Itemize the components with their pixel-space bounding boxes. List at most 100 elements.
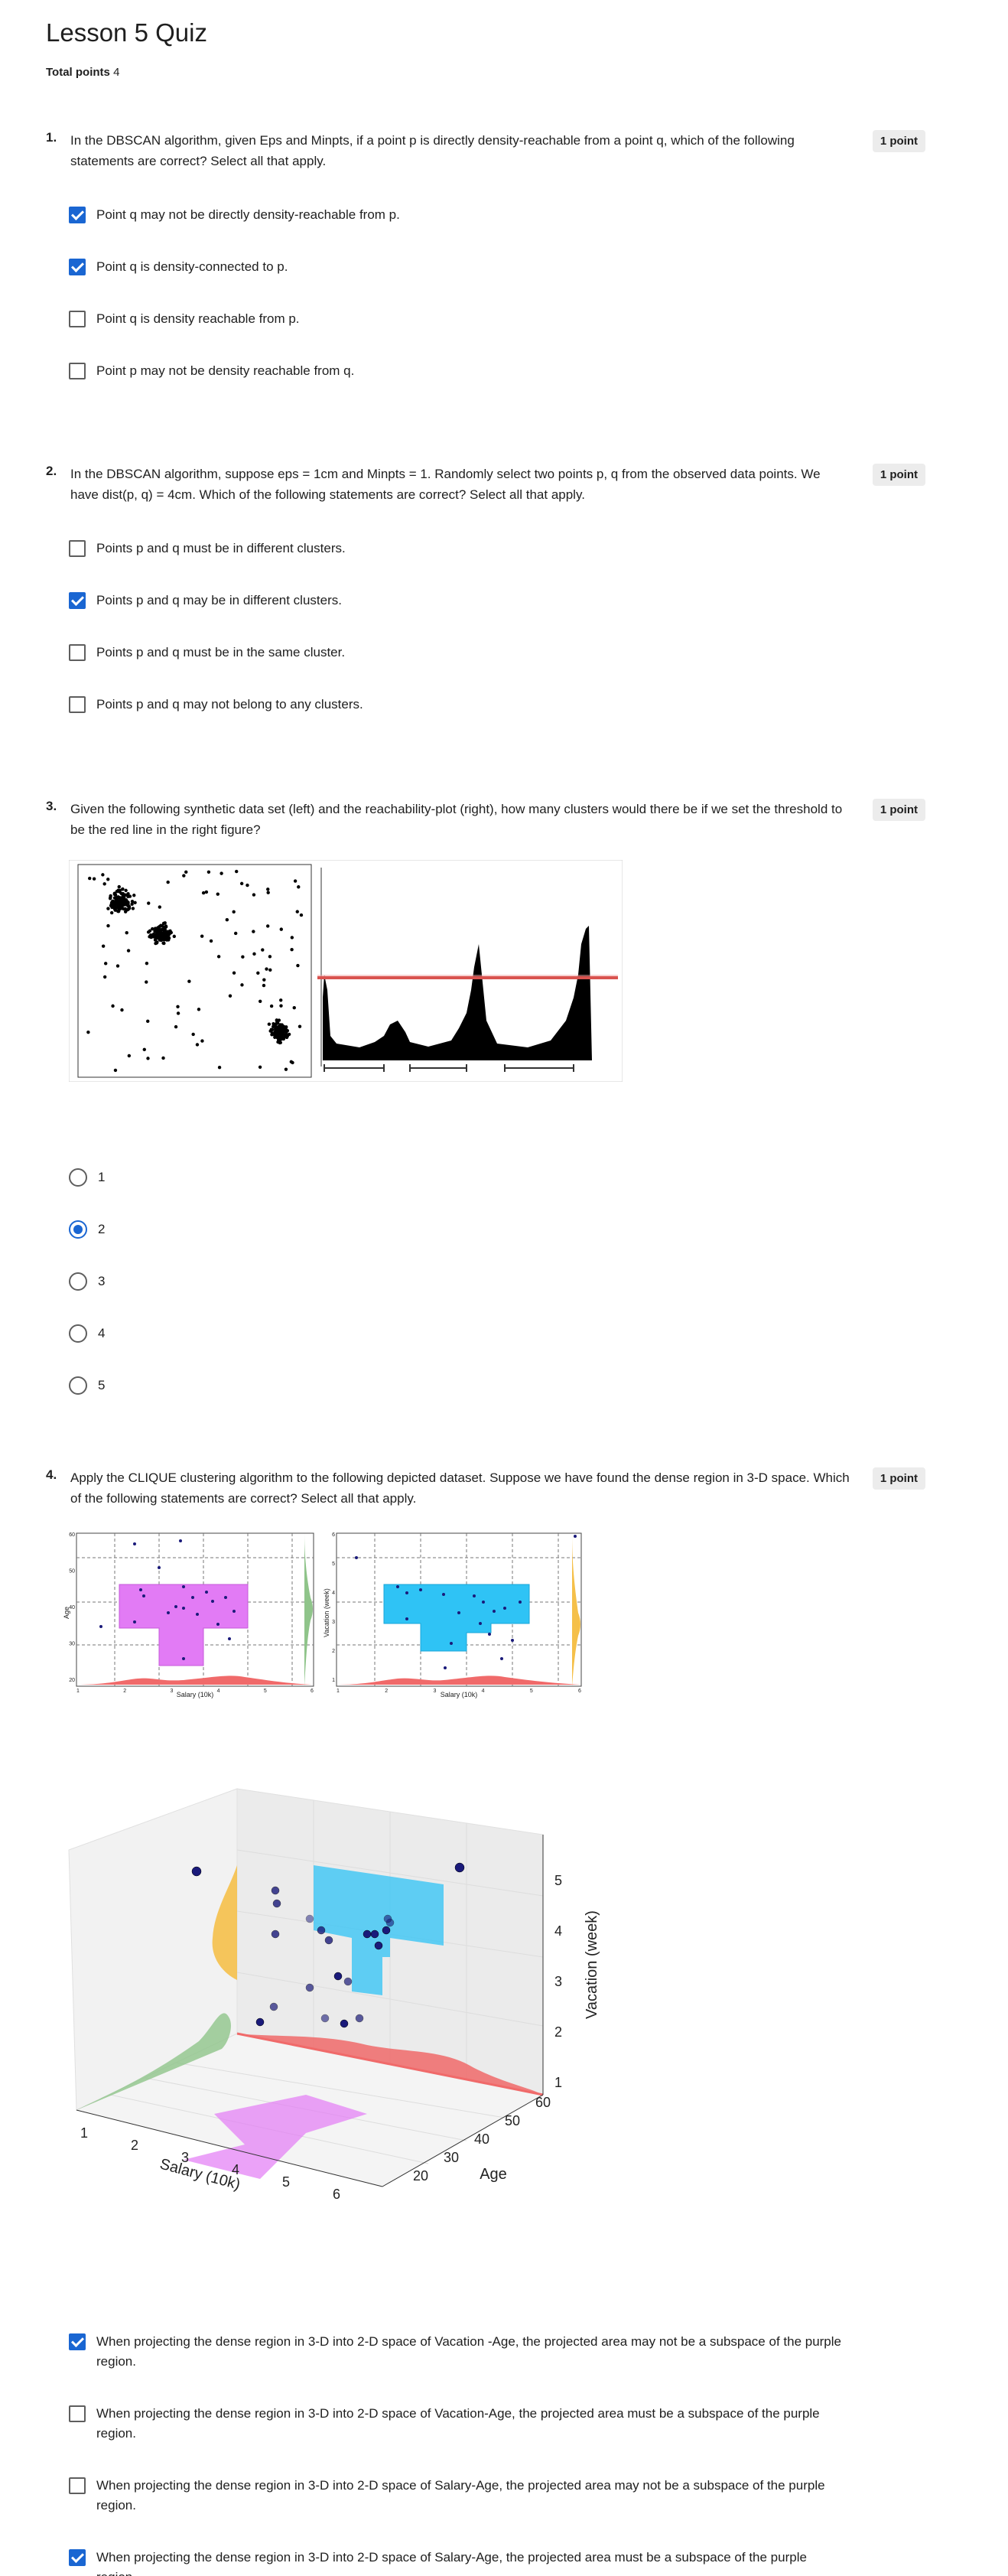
radio[interactable] [69,1376,87,1395]
radio[interactable] [69,1324,87,1343]
question-text: In the DBSCAN algorithm, suppose eps = 1… [70,467,821,502]
option-checkbox[interactable]: Points p and q must be in different clus… [69,539,849,559]
checkbox[interactable] [69,207,86,223]
scatter-point [267,1022,272,1026]
option-radio[interactable]: 2 [69,1220,849,1239]
scatter-point [274,1022,278,1026]
scatter-point [88,876,92,881]
scatter-point [240,983,244,987]
scatter-point [102,975,107,979]
checkbox[interactable] [69,2333,86,2350]
scatter-point [116,895,120,899]
scatter-point [123,910,128,913]
tick-label: 30 [69,1642,75,1647]
tick-label: 3 [554,1974,562,1989]
radio[interactable] [69,1272,87,1291]
scatter-point [285,1030,288,1034]
scatter-point [149,933,153,937]
scatter-point [142,1047,146,1052]
scatter-point [206,870,211,874]
tick-label: 3 [170,1689,173,1694]
radio[interactable] [69,1220,87,1239]
option-radio[interactable]: 3 [69,1272,849,1291]
checkbox[interactable] [69,592,86,609]
option-checkbox[interactable]: Point q is density reachable from p. [69,309,849,329]
option-radio[interactable]: 1 [69,1168,849,1187]
right-xlabel: Salary (10k) [441,1691,478,1698]
total-points-value: 4 [113,66,120,79]
scatter-point [256,971,260,975]
option-radio[interactable]: 5 [69,1376,849,1395]
scatter-point [252,930,255,933]
scatter-point [101,873,105,877]
checkbox[interactable] [69,540,86,557]
scatter-point [290,948,294,952]
tick-label: 6 [333,2187,340,2202]
option-checkbox[interactable]: Point q is density-connected to p. [69,257,849,277]
checkbox[interactable] [69,311,86,327]
tick-label: 3 [332,1620,335,1625]
scatter-point [184,870,188,874]
checkbox[interactable] [69,696,86,713]
option-checkbox[interactable]: Point q may not be directly density-reac… [69,205,849,225]
tick-label: 60 [69,1532,75,1538]
tick-label: 40 [69,1605,75,1610]
option-checkbox[interactable]: Points p and q may not belong to any clu… [69,695,849,715]
scatter-point [158,923,163,928]
question-number: 4. [46,1467,57,1482]
checkbox[interactable] [69,259,86,275]
scatter-point [117,884,121,889]
scatter-point [119,903,122,907]
scatter-point [176,1011,180,1015]
checkbox[interactable] [69,2549,86,2566]
scatter-point [106,923,110,928]
scatter-point [115,898,119,903]
option-checkbox[interactable]: When projecting the dense region in 3-D … [69,2404,849,2444]
option-label: 5 [98,1378,106,1392]
scatter-point [101,944,106,948]
z-axis-label: Vacation (week) [584,1910,600,2019]
option-checkbox[interactable]: Point p may not be density reachable fro… [69,361,849,381]
checkbox[interactable] [69,363,86,379]
option-label: Points p and q may be in different clust… [96,593,342,607]
tick-label: 2 [554,2024,562,2040]
checkbox[interactable] [69,2405,86,2422]
clique-2d-plots: Salary (10k) Age 123456 2030405060 Salar… [63,1532,582,1698]
checkbox[interactable] [69,2477,86,2494]
salary-vacation-plot: Salary (10k) Vacation (week) 1 2 3 4 5 6 1 2 3 4… [323,1532,582,1698]
option-checkbox[interactable]: Points p and q must be in the same clust… [69,643,849,663]
tick-label: 1 [80,2125,88,2141]
scatter-point [146,930,151,934]
scatter-point [146,1019,150,1024]
scatter-point [228,994,232,998]
scatter-point [261,948,265,952]
tick-label: 20 [69,1678,75,1683]
points-badge: 1 point [872,1467,925,1490]
scatter-point [127,1054,132,1058]
option-label: When projecting the dense region in 3-D … [96,2406,820,2441]
option-label: 1 [98,1170,106,1184]
option-checkbox[interactable]: When projecting the dense region in 3-D … [69,2476,849,2516]
scatter-point [112,907,117,911]
question-text: Given the following synthetic data set (… [70,802,843,837]
option-radio[interactable]: 4 [69,1324,849,1343]
option-checkbox[interactable]: When projecting the dense region in 3-D … [69,2332,849,2372]
tick-label: 50 [505,2113,520,2128]
scatter-point [166,880,170,884]
radio[interactable] [69,1168,87,1187]
scatter-point [296,963,300,968]
scatter-point [269,1004,274,1008]
option-checkbox[interactable]: When projecting the dense region in 3-D … [69,2548,849,2576]
scatter-point [111,1004,115,1008]
scatter-point [162,938,167,942]
scatter-point [145,961,149,966]
option-checkbox[interactable]: Points p and q may be in different clust… [69,591,849,611]
option-label: Points p and q must be in the same clust… [96,645,346,659]
tick-label: 50 [69,1569,75,1575]
scatter-point [280,1023,284,1027]
scatter-point [241,955,245,959]
question-text: Apply the CLIQUE clustering algorithm to… [70,1470,850,1506]
checkbox[interactable] [69,644,86,661]
scatter-point [112,896,117,900]
scatter-point [120,887,125,891]
